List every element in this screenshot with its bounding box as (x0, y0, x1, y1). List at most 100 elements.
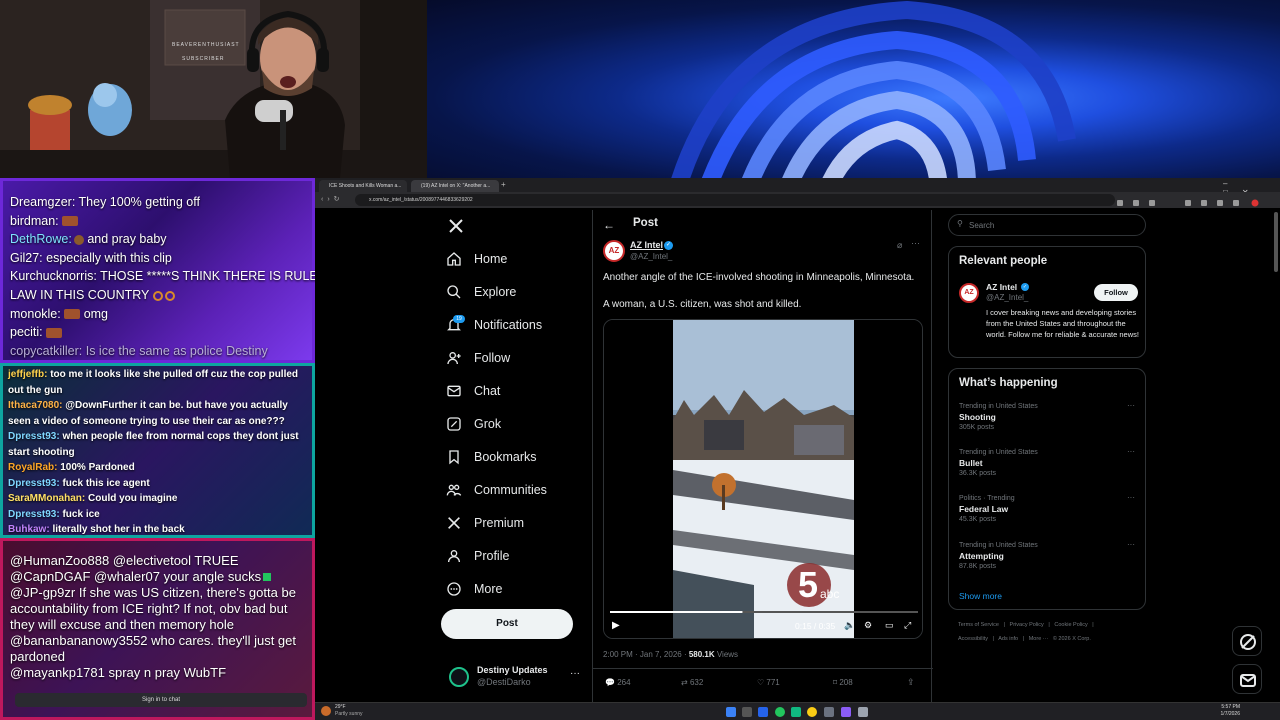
fullscreen-icon[interactable]: ⤢ (904, 620, 911, 631)
trend-more-icon[interactable]: ··· (1127, 447, 1135, 456)
person-bio: I cover breaking news and developing sto… (986, 308, 1139, 339)
chrome-icon[interactable] (807, 707, 817, 717)
trend-more-icon[interactable]: ··· (1127, 493, 1135, 502)
chat-username[interactable]: RoyalRab: (8, 462, 57, 473)
repost-button[interactable]: ⇄ 632 (681, 678, 703, 687)
person-avatar[interactable]: AZ (959, 283, 979, 303)
app-icon[interactable] (791, 707, 801, 717)
chat-text: @electivetool TRUEE (109, 553, 239, 568)
scrollbar-thumb[interactable] (1274, 212, 1278, 272)
video-progress[interactable] (610, 611, 743, 613)
footer-links-2[interactable]: Accessibility | Ads info | More ··· © 20… (958, 636, 1091, 642)
weather-icon[interactable] (321, 706, 331, 716)
search-input[interactable]: Search (969, 221, 994, 230)
chat-username[interactable]: DethRowe: (10, 232, 72, 246)
trend-more-icon[interactable]: ··· (1127, 540, 1135, 549)
chat-username[interactable]: @CapnDGAF (10, 569, 90, 584)
bookmark-button[interactable]: ⌑ 208 (833, 678, 853, 687)
app-icon[interactable] (858, 707, 868, 717)
grok-floating-button[interactable] (1232, 626, 1262, 656)
chat-username[interactable]: jeffjeffb: (8, 369, 47, 380)
share-icon[interactable]: ⇪ (907, 677, 915, 688)
bloom-icon (671, 0, 1076, 178)
messages-floating-button[interactable] (1232, 664, 1262, 694)
toolbar-icon[interactable] (1115, 198, 1265, 208)
nav-bookmarks[interactable]: Bookmarks (446, 446, 537, 468)
app-icon[interactable] (824, 707, 834, 717)
post-more-icon[interactable]: ··· (911, 238, 920, 248)
chat-username[interactable]: Dreamgzer: (10, 195, 75, 209)
nav-home[interactable]: Home (446, 248, 507, 270)
views-label: Views (714, 650, 739, 659)
account-more-icon[interactable]: ··· (570, 668, 580, 679)
nav-premium[interactable]: Premium (446, 512, 524, 534)
chat-username[interactable]: @JP-gp9zr (10, 585, 75, 600)
account-avatar[interactable] (449, 667, 469, 687)
x-logo-icon[interactable] (448, 218, 464, 239)
chat-username[interactable]: birdman: (10, 214, 59, 228)
app-icon[interactable] (841, 707, 851, 717)
author-name[interactable]: AZ Intel (630, 240, 663, 250)
chat-username[interactable]: Buhkaw: (8, 524, 50, 535)
reply-button[interactable]: 💬 264 (605, 678, 631, 687)
trend-more-icon[interactable]: ··· (1127, 401, 1135, 410)
chat-username[interactable]: SaraMMonahan: (8, 493, 85, 504)
clock-time[interactable]: 5:57 PM (1200, 704, 1240, 710)
chat-username[interactable]: Ithaca7080: (8, 400, 62, 411)
author-avatar[interactable]: AZ (603, 240, 625, 262)
settings-icon[interactable]: ⚙ (864, 620, 872, 631)
trend-item[interactable]: Trending in United States Attempting 87.… (959, 540, 1139, 570)
browser-tab-active[interactable]: (19) AZ Intel on X: "Another a... (411, 180, 499, 192)
nav-grok[interactable]: Grok (446, 413, 501, 435)
footer-links-1[interactable]: Terms of Service | Privacy Policy | Cook… (958, 622, 1094, 628)
post-button[interactable]: Post (441, 609, 573, 639)
back-arrow-icon[interactable]: ← (603, 218, 615, 232)
chat-username[interactable]: copycatkiller: (10, 344, 82, 358)
nav-follow[interactable]: Follow (446, 347, 510, 369)
volume-icon[interactable]: 🔈 (844, 620, 855, 631)
url-field[interactable]: x.com/az_intel_/status/20089774468336292… (355, 194, 1115, 206)
nav-communities[interactable]: Communities (446, 479, 547, 501)
nav-chat[interactable]: Chat (446, 380, 500, 402)
play-icon[interactable]: ▶ (612, 620, 620, 631)
chat-username[interactable]: peciti: (10, 325, 43, 339)
browser-toolbar-icons[interactable] (1115, 195, 1265, 208)
sign-in-to-chat-button[interactable]: Sign in to chat (15, 693, 307, 707)
grok-analyze-icon[interactable]: ⌀ (897, 240, 902, 251)
nav-arrows-icon[interactable]: ‹›↻ (321, 195, 344, 203)
chat-username[interactable]: @HumanZoo888 (10, 553, 109, 568)
nav-profile[interactable]: Profile (446, 545, 509, 567)
clock-date[interactable]: 1/7/2026 (1200, 711, 1240, 717)
task-view-icon[interactable] (742, 707, 752, 717)
chat-message: Gil27: especially with this clip (10, 249, 315, 268)
follow-button[interactable]: Follow (1094, 284, 1138, 301)
home-icon (447, 252, 461, 266)
trend-item[interactable]: Trending in United States Shooting 305K … (959, 401, 1139, 431)
like-button[interactable]: ♡ 771 (757, 678, 780, 687)
chat-username[interactable]: @mayankp1781 (10, 665, 105, 680)
start-icon[interactable] (726, 707, 736, 717)
trend-item[interactable]: Trending in United States Bullet 36.3K p… (959, 447, 1139, 477)
chat-message: Buhkaw: literally shot her in the back (8, 522, 313, 538)
trend-item[interactable]: Politics · Trending Federal Law 45.3K po… (959, 493, 1139, 523)
chat-username[interactable]: Dpresst93: (8, 509, 60, 520)
pip-icon[interactable]: ▭ (885, 620, 894, 631)
chat-username[interactable]: monokle: (10, 307, 61, 321)
spotify-icon[interactable] (775, 707, 785, 717)
app-icon[interactable] (758, 707, 768, 717)
browser-tab[interactable]: ICE Shoots and Kills Woman a... (319, 180, 407, 192)
trend-title: Federal Law (959, 504, 1009, 514)
author-handle: @AZ_Intel_ (630, 252, 673, 261)
new-tab-icon[interactable]: + (501, 180, 506, 189)
person-name[interactable]: AZ Intel (986, 282, 1017, 292)
chat-username[interactable]: Kurchucknorris: (10, 269, 97, 283)
video-player[interactable]: 5 abc ▶ 0:15 / 0:35 🔈 ⚙ ▭ ⤢ (603, 319, 923, 639)
chat-username[interactable]: Gil27: (10, 251, 43, 265)
search-box[interactable]: ⚲ Search (948, 214, 1146, 236)
show-more-link[interactable]: Show more (959, 591, 1002, 601)
nav-more[interactable]: More (446, 578, 502, 600)
nav-explore[interactable]: Explore (446, 281, 516, 303)
chat-username[interactable]: Dpresst93: (8, 431, 60, 442)
chat-username[interactable]: Dpresst93: (8, 478, 60, 489)
chat-username[interactable]: @bananbananowy3552 (10, 633, 148, 648)
